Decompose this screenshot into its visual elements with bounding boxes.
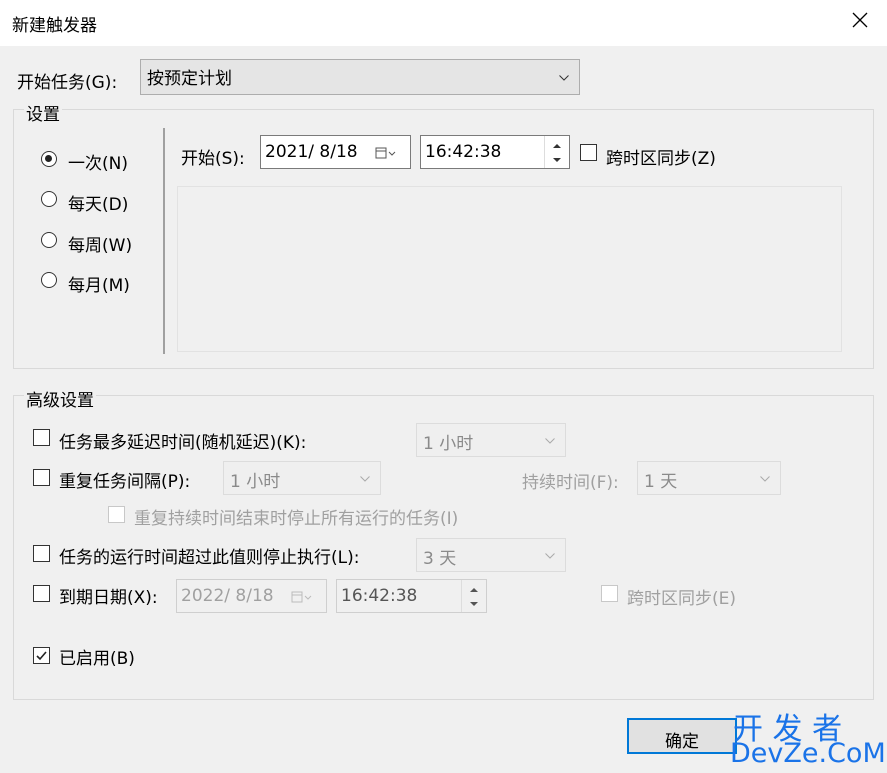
calendar-icon[interactable]	[291, 591, 313, 603]
checkmark-icon	[36, 651, 47, 661]
expire-sync-checkbox[interactable]	[601, 585, 618, 602]
spin-arrows-icon	[470, 588, 478, 606]
repeat-checkbox[interactable]	[33, 469, 50, 486]
window-title: 新建触发器	[12, 16, 97, 36]
radio-once[interactable]	[41, 151, 57, 167]
repeat-combo[interactable]: 1 小时	[223, 461, 381, 495]
begin-task-label: 开始任务(G):	[17, 73, 118, 93]
start-time-field[interactable]: 16:42:38	[420, 135, 570, 169]
stop-if-longer-label: 任务的运行时间超过此值则停止执行(L):	[59, 548, 360, 568]
chevron-down-icon	[559, 75, 569, 81]
radio-daily[interactable]	[41, 191, 57, 207]
calendar-icon[interactable]	[375, 147, 397, 159]
duration-label: 持续时间(F):	[522, 473, 619, 493]
delay-checkbox[interactable]	[33, 429, 50, 446]
close-icon[interactable]	[848, 8, 872, 32]
start-label: 开始(S):	[181, 149, 245, 169]
delay-combo[interactable]: 1 小时	[416, 423, 566, 457]
start-time-value: 16:42:38	[425, 142, 502, 162]
radio-weekly[interactable]	[41, 232, 57, 248]
expire-sync-label: 跨时区同步(E)	[627, 589, 737, 609]
radio-weekly-label: 每周(W)	[68, 236, 133, 256]
expire-date-value: 2022/ 8/18	[181, 586, 274, 606]
ok-button-label: 确定	[665, 732, 699, 752]
settings-divider	[163, 128, 165, 354]
ok-button[interactable]: 确定	[627, 718, 737, 754]
repeat-label: 重复任务间隔(P):	[59, 472, 191, 492]
stop-if-longer-value: 3 天	[423, 549, 457, 569]
chevron-down-icon	[360, 476, 370, 482]
radio-daily-label: 每天(D)	[68, 195, 129, 215]
stop-if-longer-checkbox[interactable]	[33, 545, 50, 562]
chevron-down-icon	[760, 476, 770, 482]
advanced-legend: 高级设置	[24, 386, 96, 411]
begin-task-combo[interactable]: 按预定计划	[140, 59, 580, 95]
start-date-value: 2021/ 8/18	[265, 142, 358, 162]
delay-value: 1 小时	[423, 434, 474, 454]
expire-date-picker[interactable]: 2022/ 8/18	[176, 579, 327, 613]
time-spinner[interactable]	[544, 136, 569, 168]
expire-time-value: 16:42:38	[341, 586, 418, 606]
sync-timezone-checkbox[interactable]	[580, 144, 597, 161]
chevron-down-icon	[545, 553, 555, 559]
watermark-line2: DevZe.CoM	[730, 738, 886, 769]
begin-task-value: 按预定计划	[147, 69, 232, 89]
spin-arrows-icon	[553, 144, 561, 162]
enabled-label: 已启用(B)	[59, 649, 135, 669]
duration-combo[interactable]: 1 天	[637, 461, 781, 495]
expire-time-field[interactable]: 16:42:38	[336, 579, 487, 613]
time-spinner[interactable]	[461, 580, 486, 612]
duration-value: 1 天	[644, 472, 678, 492]
stop-all-label: 重复持续时间结束时停止所有运行的任务(I)	[134, 509, 459, 529]
repeat-value: 1 小时	[230, 472, 281, 492]
delay-label: 任务最多延迟时间(随机延迟)(K):	[59, 433, 307, 453]
enabled-checkbox[interactable]	[33, 647, 50, 664]
start-date-picker[interactable]: 2021/ 8/18	[260, 135, 411, 169]
radio-monthly-label: 每月(M)	[68, 276, 130, 296]
radio-monthly[interactable]	[41, 272, 57, 288]
radio-once-label: 一次(N)	[68, 154, 128, 174]
stop-all-checkbox[interactable]	[108, 506, 125, 523]
recurrence-panel	[177, 186, 842, 352]
stop-if-longer-combo[interactable]: 3 天	[416, 538, 566, 572]
title-bar: 新建触发器	[0, 0, 887, 46]
expire-label: 到期日期(X):	[59, 588, 158, 608]
settings-legend: 设置	[24, 100, 62, 125]
expire-checkbox[interactable]	[33, 585, 50, 602]
sync-timezone-label: 跨时区同步(Z)	[606, 149, 716, 169]
chevron-down-icon	[545, 438, 555, 444]
